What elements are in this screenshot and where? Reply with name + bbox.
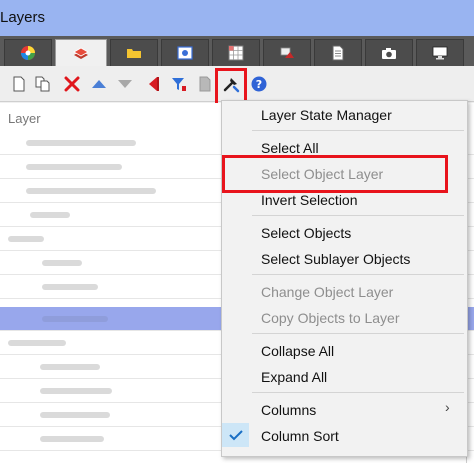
camera-icon [382,48,396,59]
submenu-arrow-icon: › [445,399,450,415]
menu-item-expand-all[interactable]: Expand All [261,369,327,385]
menu-item-column-sort[interactable]: Column Sort [261,428,339,444]
grid-icon [228,45,244,61]
color-wheel-icon [21,46,35,60]
layer-stack-icon [73,47,89,59]
filter-button[interactable] [170,75,188,93]
menu-item-columns[interactable]: Columns [261,402,316,418]
copy-button[interactable] [196,75,214,93]
tab-files[interactable] [110,39,158,66]
delete-icon [64,76,80,92]
menu-separator [252,130,464,131]
layer-column-header: Layer [8,111,41,126]
context-menu: Layer State Manager Select All Select Ob… [221,100,468,457]
monitor-icon [432,46,448,60]
folder-icon [127,49,141,58]
new-layer-button[interactable] [10,75,28,93]
tab-shapes[interactable] [263,39,311,66]
tab-bar [0,36,474,67]
menu-item-select-sublayer-objects[interactable]: Select Sublayer Objects [261,251,410,267]
move-down-button[interactable] [116,75,134,93]
tab-grid[interactable] [212,39,260,66]
menu-item-change-object-layer[interactable]: Change Object Layer [261,284,393,300]
menu-separator [252,392,464,393]
menu-separator [252,333,464,334]
menu-item-layer-state-manager[interactable]: Layer State Manager [261,107,392,123]
menu-separator [252,274,464,275]
menu-item-select-objects[interactable]: Select Objects [261,225,351,241]
help-button[interactable]: ? [250,75,268,93]
set-current-icon [149,77,159,91]
tab-images[interactable] [161,39,209,66]
menu-item-invert-selection[interactable]: Invert Selection [261,192,358,208]
tab-document[interactable] [314,39,362,66]
move-up-icon [92,80,106,88]
image-icon [177,46,193,60]
filter-icon [172,78,186,91]
delete-layer-button[interactable] [63,75,81,93]
set-current-layer-button[interactable] [144,75,162,93]
new-sublayer-icon [35,76,50,92]
checkmark-icon [228,430,243,441]
move-up-button[interactable] [90,75,108,93]
menu-separator [252,215,464,216]
menu-item-copy-objects-to-layer[interactable]: Copy Objects to Layer [261,310,400,326]
menu-item-collapse-all[interactable]: Collapse All [261,343,334,359]
new-sublayer-button[interactable] [34,75,52,93]
column-sort-check [222,423,249,447]
select-object-layer-highlight-box [222,155,448,193]
tab-camera[interactable] [365,39,413,66]
copy-icon [199,76,211,92]
new-layer-icon [13,76,25,92]
help-icon: ? [251,76,267,92]
tab-color[interactable] [4,39,52,66]
window-title: Layers [0,9,46,26]
tab-monitor[interactable] [416,39,464,66]
tab-layers[interactable] [55,39,107,67]
document-icon [332,45,344,61]
menu-item-select-all[interactable]: Select All [261,140,319,156]
shapes-icon [280,47,294,58]
svg-text:?: ? [256,78,262,91]
title-bar: Layers [0,0,474,36]
move-down-icon [118,80,132,88]
